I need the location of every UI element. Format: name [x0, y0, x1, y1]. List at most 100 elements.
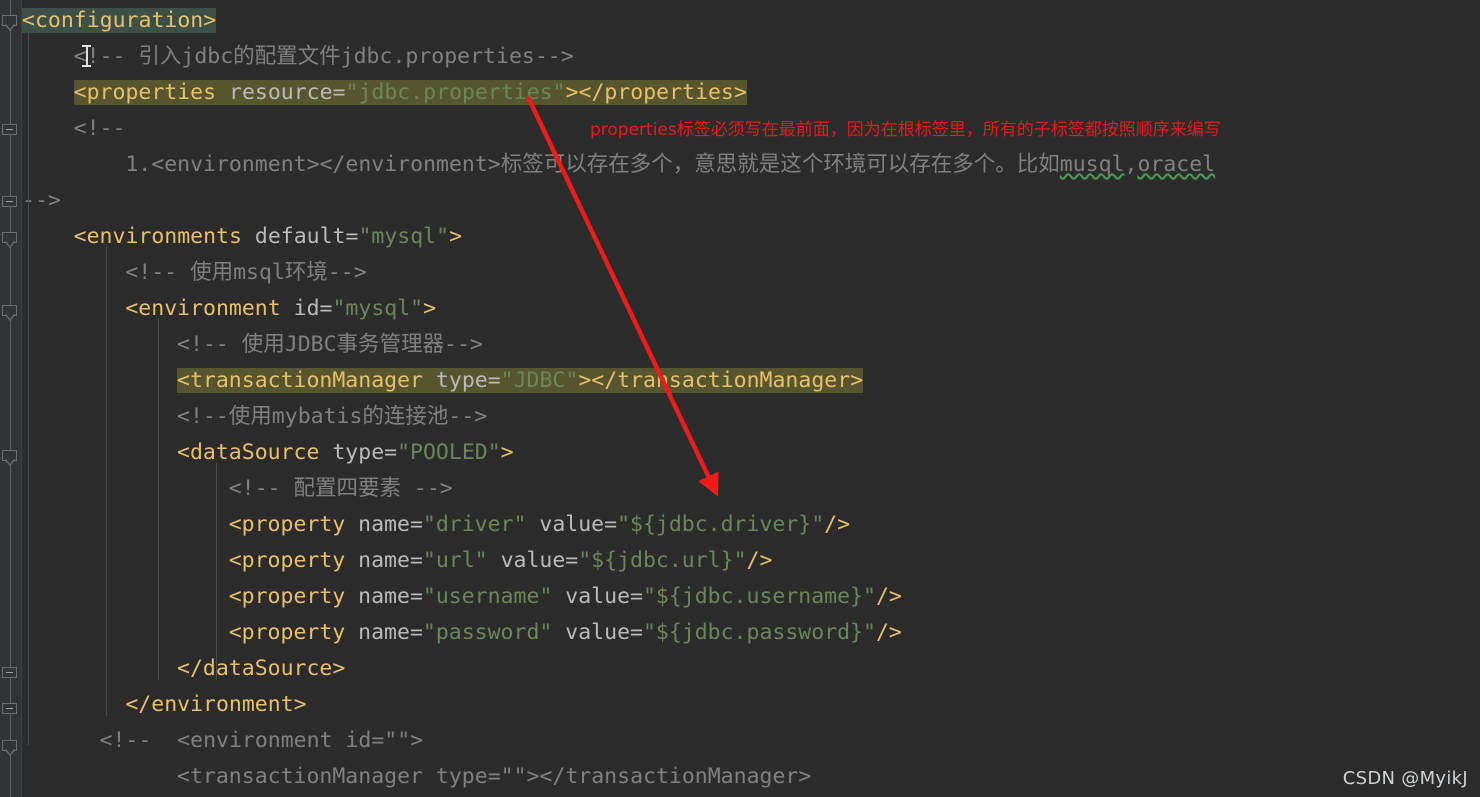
code-token: <!-- <environment id="">	[100, 728, 424, 753]
code-token: oracel	[1137, 152, 1215, 177]
code-line[interactable]: <environments default="mysql">	[22, 219, 1480, 255]
code-line[interactable]: <transactionManager type="JDBC"></transa…	[22, 363, 1480, 399]
code-token: "POOLED"	[397, 440, 501, 465]
code-line[interactable]: </dataSource>	[22, 651, 1480, 687]
code-line-text: <transactionManager type="JDBC"></transa…	[177, 368, 863, 393]
code-token: name=	[345, 548, 423, 573]
code-token: </environment>	[125, 692, 306, 717]
code-token: <transactionManager	[177, 368, 423, 393]
code-line-text: <environments default="mysql">	[74, 224, 462, 249]
code-line[interactable]: <!--使用mybatis的连接池-->	[22, 399, 1480, 435]
code-token: "${jdbc.password}"	[643, 620, 876, 645]
code-token: "${jdbc.username}"	[643, 584, 876, 609]
code-token: resource=	[216, 80, 345, 105]
code-token: <!-- 使用JDBC事务管理器-->	[177, 332, 483, 357]
code-token: />	[824, 512, 850, 537]
code-token: ></transactionManager>	[578, 368, 863, 393]
code-token: <!-- 引入jdbc的配置文件jdbc.properties-->	[74, 44, 574, 69]
code-line-text: <!-- 使用JDBC事务管理器-->	[177, 332, 483, 357]
fold-collapse-icon[interactable]	[2, 447, 19, 464]
code-line-text: <configuration>	[22, 8, 216, 33]
code-line-text: <properties resource="jdbc.properties"><…	[74, 80, 747, 105]
code-line-text: <environment id="mysql">	[125, 296, 436, 321]
code-token: ,	[1124, 152, 1137, 177]
code-token: <!--使用mybatis的连接池-->	[177, 404, 487, 429]
code-token: <!--	[74, 116, 126, 141]
code-line[interactable]: <properties resource="jdbc.properties"><…	[22, 75, 1480, 111]
code-line[interactable]: </environment>	[22, 687, 1480, 723]
code-editor[interactable]: <configuration> <!-- 引入jdbc的配置文件jdbc.prop…	[0, 0, 1480, 797]
code-token: </dataSource>	[177, 656, 345, 681]
code-token: "password"	[423, 620, 552, 645]
code-token: <environments	[74, 224, 242, 249]
code-line-text: <property name="username" value="${jdbc.…	[229, 584, 902, 609]
code-token: default=	[242, 224, 359, 249]
fold-collapse-icon[interactable]	[2, 302, 19, 319]
code-line[interactable]: <!-- 使用JDBC事务管理器-->	[22, 327, 1480, 363]
annotation-text: properties标签必须写在最前面，因为在根标签里，所有的子标签都按照顺序来…	[590, 115, 1221, 140]
code-token: "jdbc.properties"	[346, 80, 566, 105]
editor-gutter[interactable]	[0, 0, 22, 797]
code-token: "mysql"	[358, 224, 449, 249]
code-token: <!-- 使用msql环境-->	[125, 260, 366, 285]
indent-guide	[158, 318, 159, 680]
code-token: value=	[526, 512, 617, 537]
fold-collapse-icon[interactable]	[2, 737, 19, 754]
code-token: "driver"	[423, 512, 527, 537]
code-line[interactable]: <property name="password" value="${jdbc.…	[22, 615, 1480, 651]
fold-expand-icon[interactable]	[2, 193, 19, 210]
csdn-watermark: CSDN @MyikJ	[1343, 768, 1468, 789]
code-token: <property	[229, 620, 346, 645]
code-token: <configuration>	[22, 8, 216, 33]
code-token: value=	[552, 620, 643, 645]
code-token: type=	[319, 440, 397, 465]
code-line[interactable]: <configuration>	[22, 3, 1480, 39]
code-token: ></properties>	[566, 80, 747, 105]
indent-guide	[106, 246, 107, 716]
code-token: id=	[281, 296, 333, 321]
code-token: >	[423, 296, 436, 321]
code-line[interactable]: <!-- 配置四要素 -->	[22, 471, 1480, 507]
code-token: <dataSource	[177, 440, 319, 465]
code-line[interactable]: <environment id="mysql">	[22, 291, 1480, 327]
code-token: name=	[345, 512, 423, 537]
code-line-text: <!-- <environment id="">	[100, 728, 424, 753]
code-token: "mysql"	[332, 296, 423, 321]
code-line-text: <!-- 使用msql环境-->	[125, 260, 366, 285]
fold-expand-icon[interactable]	[2, 700, 19, 717]
code-line[interactable]: <property name="driver" value="${jdbc.dr…	[22, 507, 1480, 543]
code-token: "username"	[423, 584, 552, 609]
code-line-text: <!--使用mybatis的连接池-->	[177, 404, 487, 429]
fold-collapse-icon[interactable]	[2, 229, 19, 246]
code-line[interactable]: <property name="username" value="${jdbc.…	[22, 579, 1480, 615]
code-token: />	[876, 620, 902, 645]
code-line[interactable]: <!-- <environment id="">	[22, 723, 1480, 759]
code-line[interactable]: <transactionManager type=""></transactio…	[22, 759, 1480, 795]
code-line[interactable]: <dataSource type="POOLED">	[22, 435, 1480, 471]
code-token: musql	[1060, 152, 1125, 177]
code-token: 1.<environment></environment>标签可以存在多个，意思…	[125, 152, 1059, 177]
code-token: "url"	[423, 548, 488, 573]
code-token: <environment	[125, 296, 280, 321]
code-line-text: <dataSource type="POOLED">	[177, 440, 514, 465]
code-line[interactable]: -->	[22, 183, 1480, 219]
fold-expand-icon[interactable]	[2, 664, 19, 681]
code-token: <!-- 配置四要素 -->	[229, 476, 453, 501]
code-line[interactable]: <!-- 使用msql环境-->	[22, 255, 1480, 291]
code-token: <transactionManager type=""></transactio…	[177, 764, 811, 789]
code-token: "${jdbc.url}"	[578, 548, 746, 573]
code-line-text: </environment>	[125, 692, 306, 717]
code-token: name=	[345, 620, 423, 645]
code-token: >	[449, 224, 462, 249]
code-token: value=	[552, 584, 643, 609]
code-token: value=	[488, 548, 579, 573]
code-token: <property	[229, 512, 346, 537]
fold-collapse-icon[interactable]	[2, 12, 19, 29]
code-line-text: <property name="driver" value="${jdbc.dr…	[229, 512, 850, 537]
code-line-text: 1.<environment></environment>标签可以存在多个，意思…	[125, 152, 1215, 177]
code-line[interactable]: <!-- 引入jdbc的配置文件jdbc.properties-->	[22, 39, 1480, 75]
code-line[interactable]: 1.<environment></environment>标签可以存在多个，意思…	[22, 147, 1480, 183]
fold-expand-icon[interactable]	[2, 121, 19, 138]
code-line-text: <!--	[74, 116, 126, 141]
code-line[interactable]: <property name="url" value="${jdbc.url}"…	[22, 543, 1480, 579]
